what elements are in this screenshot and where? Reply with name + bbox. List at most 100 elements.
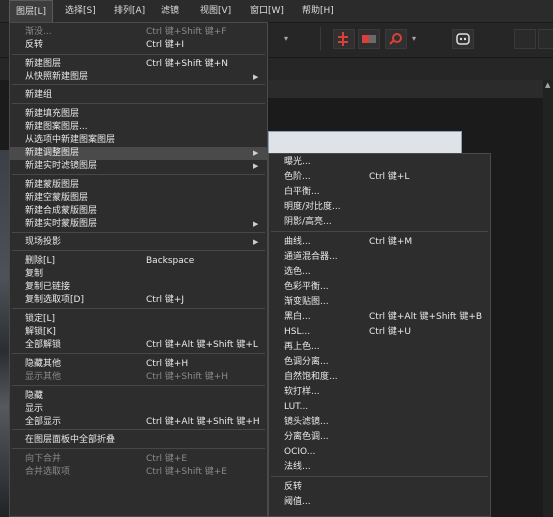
scroll-up-icon[interactable]: ▲ [545, 82, 551, 89]
menu-view[interactable]: 视图[V] [194, 0, 237, 22]
menu-item[interactable]: 新建填充图层 [10, 108, 267, 121]
menu-separator [12, 232, 265, 233]
menu-layer[interactable]: 图层[L] [9, 0, 54, 22]
menu-item-label: 删除[L] [25, 256, 56, 266]
paint-mode-icon[interactable] [385, 29, 407, 49]
snapping-icon[interactable] [333, 29, 355, 49]
menu-item[interactable]: 反转 Ctrl 键+I [10, 39, 267, 52]
menu-item[interactable]: 在图层面板中全部折叠 [10, 434, 267, 447]
submenu-item[interactable]: 色调分离... [269, 356, 490, 369]
menu-item-label: 新建调整图层 [25, 148, 80, 158]
submenu-item-label: 黑白... [284, 312, 311, 322]
menu-separator [12, 250, 265, 251]
submenu-item-label: 镜头滤镜... [284, 417, 329, 427]
menu-item[interactable]: 渐没... Ctrl 键+Shift 键+F [10, 26, 267, 39]
menu-item[interactable]: 删除[L] Backspace [10, 255, 267, 268]
menu-item-label: 渐没... [25, 27, 52, 37]
mask-mode-icon[interactable] [358, 29, 380, 49]
export-icon[interactable] [538, 29, 553, 49]
submenu-item[interactable]: 分离色调... [269, 431, 490, 444]
menu-item[interactable]: 新建图案图层... [10, 121, 267, 134]
submenu-item[interactable]: 法线... [269, 461, 490, 474]
submenu-item[interactable]: 阈值... [269, 496, 490, 509]
menu-item[interactable]: 全部解锁 Ctrl 键+Alt 键+Shift 键+L [10, 339, 267, 352]
menu-item[interactable]: 现场投影 ▶ [10, 236, 267, 249]
submenu-item[interactable]: HSL... Ctrl 键+U [269, 326, 490, 339]
submenu-item[interactable]: 明度/对比度... [269, 201, 490, 214]
assistant-icon[interactable] [452, 29, 474, 49]
menu-item-label: 新建图案图层... [25, 122, 88, 132]
submenu-item[interactable]: 阴影/高亮... [269, 216, 490, 229]
submenu-item[interactable]: 白平衡... [269, 186, 490, 199]
menu-item[interactable]: 从选项中新建图案图层 [10, 134, 267, 147]
submenu-item[interactable]: 曝光... [269, 156, 490, 169]
menu-item-label: 从选项中新建图案图层 [25, 135, 116, 145]
menu-item-label: 显示 [25, 404, 44, 414]
menu-item-label: 新建实时蒙版图层 [25, 219, 98, 229]
pen-icon[interactable] [514, 29, 536, 49]
menu-item-label: 新建空蒙版图层 [25, 193, 89, 203]
submenu-item[interactable]: 色阶... Ctrl 键+L [269, 171, 490, 184]
submenu-item[interactable]: 反转 [269, 481, 490, 494]
menu-window[interactable]: 窗口[W] [244, 0, 290, 22]
submenu-item[interactable]: LUT... [269, 401, 490, 414]
menu-item[interactable]: 新建组 [10, 89, 267, 102]
menu-item[interactable]: 新建实时滤镜图层 ▶ [10, 160, 267, 173]
menu-item[interactable]: 隐藏其他 Ctrl 键+H [10, 358, 267, 371]
vertical-scrollbar[interactable] [543, 80, 553, 517]
menu-item[interactable]: 全部显示 Ctrl 键+Alt 键+Shift 键+H [10, 416, 267, 429]
submenu-item[interactable]: OCIO... [269, 446, 490, 459]
submenu-item-label: 反转 [284, 482, 303, 492]
menu-item-label: 现场投影 [25, 237, 62, 247]
submenu-item[interactable]: 渐变贴图... [269, 296, 490, 309]
menu-item[interactable]: 复制选取项[D] Ctrl 键+J [10, 294, 267, 307]
submenu-item[interactable]: 通道混合器... [269, 251, 490, 264]
submenu-item[interactable]: 镜头滤镜... [269, 416, 490, 429]
menu-item[interactable]: 合并选取项 Ctrl 键+Shift 键+E [10, 466, 267, 479]
menu-item[interactable]: 新建合成蒙版图层 [10, 205, 267, 218]
menu-item-label: 从快照新建图层 [25, 72, 89, 82]
menu-item-label: 新建合成蒙版图层 [25, 206, 98, 216]
menu-filters[interactable]: 滤镜 [155, 0, 185, 22]
menu-item[interactable]: 显示其他 Ctrl 键+Shift 键+H [10, 371, 267, 384]
chevron-down-icon[interactable]: ▾ [281, 29, 291, 49]
submenu-item[interactable]: 再上色... [269, 341, 490, 354]
submenu-item-label: 法线... [284, 462, 311, 472]
menu-item[interactable]: 新建调整图层 ▶ [10, 147, 267, 160]
menu-item-label: 新建填充图层 [25, 109, 80, 119]
menu-item[interactable]: 新建图层 Ctrl 键+Shift 键+N [10, 58, 267, 71]
submenu-item-label: LUT... [284, 402, 309, 412]
menu-item[interactable]: 向下合并 Ctrl 键+E [10, 453, 267, 466]
menu-item[interactable]: 新建蒙版图层 [10, 179, 267, 192]
submenu-item[interactable]: 曲线... Ctrl 键+M [269, 236, 490, 249]
menu-item[interactable]: 隐藏 [10, 390, 267, 403]
submenu-item[interactable]: 软打样... [269, 386, 490, 399]
submenu-item[interactable]: 黑白... Ctrl 键+Alt 键+Shift 键+B [269, 311, 490, 324]
submenu-item[interactable]: 色彩平衡... [269, 281, 490, 294]
menu-item[interactable]: 显示 [10, 403, 267, 416]
menu-item[interactable]: 复制 [10, 268, 267, 281]
menu-separator [271, 476, 488, 477]
menu-item[interactable]: 锁定[L] [10, 313, 267, 326]
submenu-item-label: 分离色调... [284, 432, 329, 442]
menu-item[interactable]: 新建实时蒙版图层 ▶ [10, 218, 267, 231]
menu-item-shortcut: Ctrl 键+Shift 键+H [146, 372, 229, 382]
menu-item[interactable]: 从快照新建图层 ▶ [10, 71, 267, 84]
menu-help[interactable]: 帮助[H] [296, 0, 340, 22]
submenu-item-label: HSL... [284, 327, 311, 337]
menu-item-label: 隐藏 [25, 391, 44, 401]
submenu-item[interactable]: 自然饱和度... [269, 371, 490, 384]
menu-separator [12, 448, 265, 449]
submenu-item-label: 软打样... [284, 387, 320, 397]
menu-arrange[interactable]: 排列[A] [108, 0, 151, 22]
menu-select[interactable]: 选择[S] [59, 0, 102, 22]
submenu-item-label: OCIO... [284, 447, 316, 457]
menu-item-shortcut: Ctrl 键+Shift 键+F [146, 27, 227, 37]
menu-item-label: 新建蒙版图层 [25, 180, 80, 190]
submenu-item[interactable]: 选色... [269, 266, 490, 279]
menu-item[interactable]: 复制已链接 [10, 281, 267, 294]
menu-item[interactable]: 解锁[K] [10, 326, 267, 339]
menu-item[interactable]: 新建空蒙版图层 [10, 192, 267, 205]
chevron-down-icon[interactable]: ▾ [409, 29, 419, 49]
adjustment-layer-submenu: 曝光... 色阶... Ctrl 键+L 白平衡... 明度/对比度... 阴影/高亮..… [268, 153, 491, 517]
